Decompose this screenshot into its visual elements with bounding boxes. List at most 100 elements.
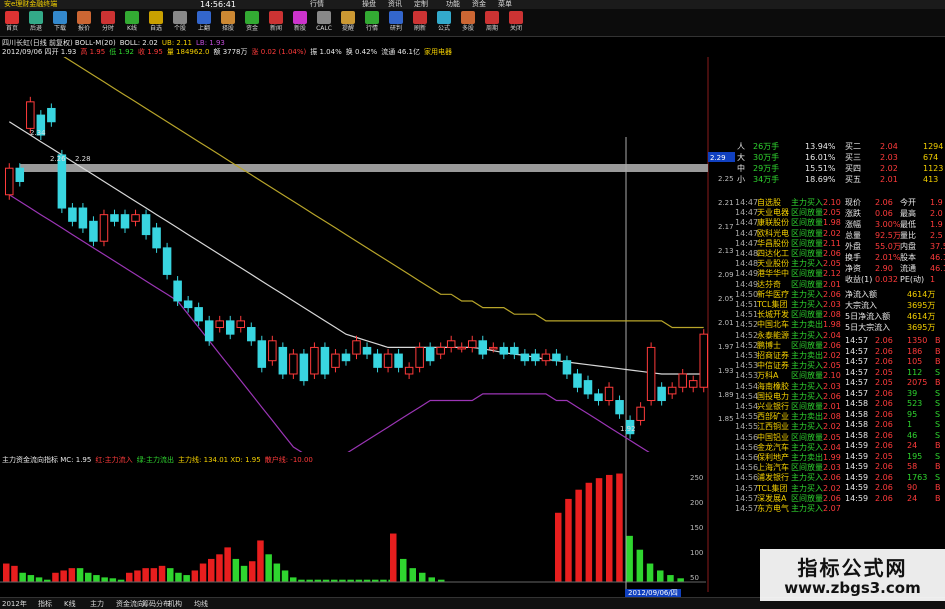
news-stock: 兴业银行 [757,402,789,411]
toolbar-button-14[interactable]: 提醒 [338,11,358,35]
news-time: 14:53 [735,371,759,381]
menu-custom[interactable]: 定制 [414,0,428,9]
money-flow-chart[interactable]: 250 200 150 100 50 [0,452,735,597]
volume-bar [150,568,158,582]
toolbar-button-15[interactable]: 行情 [362,11,382,35]
price-tick-label: 2.25 [718,175,734,183]
toolbar-button-0[interactable]: 首页 [2,11,22,35]
volume-bar [3,563,10,582]
volume-bar [232,558,240,582]
volume-bar [616,473,623,582]
stat-value: 2.06 [875,198,893,207]
menu-news[interactable]: 资讯 [388,0,402,9]
high-price-label: 2.34 [30,129,46,137]
toolbar-button-2[interactable]: 下载 [50,11,70,35]
toolbar-button-4[interactable]: 分时 [98,11,118,35]
tick-volume: 39 [907,388,918,398]
toolbar-button-3[interactable]: 报价 [74,11,94,35]
stat-label: 流通 [900,264,916,273]
toolbar-button-19[interactable]: 多股 [458,11,478,35]
menu-funds[interactable]: 资金 [472,0,486,9]
tick-volume: 24 [907,493,918,503]
bottom-tab[interactable]: 指标 [38,599,52,609]
tick-price: 2.06 [875,357,893,366]
flow-kind: 人 [737,142,745,151]
menu-quotes[interactable]: 行情 [310,0,324,9]
news-time: 14:47 [735,218,759,228]
news-stock: 中国铝业 [757,432,789,442]
toolbar-icon-15 [365,11,379,24]
news-price: 2.06 [823,340,841,350]
volume-bar [85,572,92,582]
toolbar-button-8[interactable]: 上翻 [194,11,214,35]
news-stock: 天业股份 [757,259,789,269]
news-event: 主力买入 [791,198,823,207]
tick-price: 2.05 [875,378,893,387]
price-label-a: 2.26 [50,155,66,163]
volume-bar [575,489,582,582]
flow-value: 3695万 [907,301,936,310]
menu-menu[interactable]: 菜单 [498,0,512,9]
stat-value: 0.032 [875,275,898,284]
bottom-tab[interactable]: 机构 [168,599,182,609]
stat-value: 2.5 [930,231,943,240]
candle [78,207,88,229]
bottom-tab[interactable]: 均线 [194,599,208,609]
news-time: 14:53 [735,351,759,360]
candle [457,346,466,350]
news-stock: 江西铜业 [757,422,789,432]
news-time: 14:50 [735,289,759,299]
news-stock: 深发展A [757,493,787,503]
bottom-tab[interactable]: K线 [64,599,76,609]
news-price: 2.12 [823,269,841,279]
toolbar-button-5[interactable]: K线 [122,11,142,35]
title-bar: 安e理财金融终端 14:56:41 行情 操盘 资讯 定制 功能 资金 菜单 [0,0,945,9]
tick-direction: S [935,451,941,461]
candlestick-chart[interactable]: 2.29 2.25 2.21 2.17 2.13 2.09 2.05 2.01 1.97 1.93… [0,57,735,452]
news-event: 区间放量 [791,279,823,289]
menu-trade[interactable]: 操盘 [362,0,376,9]
toolbar-label: 分时 [101,25,114,32]
news-stock: 永泰能源 [757,330,789,340]
toolbar-button-1[interactable]: 后退 [26,11,46,35]
news-stock: 浦发银行 [757,473,789,483]
toolbar-button-21[interactable]: 关闭 [506,11,526,35]
candle [141,214,151,236]
tick-price: 2.06 [875,430,893,440]
volume-bar [126,572,133,582]
price-tick-label: 1.85 [718,415,734,423]
year-label: 2012年 [2,600,27,608]
tick-direction: B [935,483,941,492]
toolbar-button-13[interactable]: CALC [314,11,334,35]
volume-bar [657,570,664,582]
toolbar-button-10[interactable]: 资金 [242,11,262,35]
tick-price: 2.06 [875,472,893,482]
news-time: 14:54 [735,391,759,401]
candle [636,406,645,421]
toolbar-button-18[interactable]: 公式 [434,11,454,35]
menu-function[interactable]: 功能 [446,0,460,9]
toolbar-button-11[interactable]: 新闻 [266,11,286,35]
toolbar-button-17[interactable]: 刷新 [410,11,430,35]
toolbar-button-20[interactable]: 周期 [482,11,502,35]
news-stock: 长城开发 [757,310,789,320]
bottom-tab[interactable]: 资金流向 [116,599,144,609]
volume-bar [555,512,562,582]
news-time: 14:57 [735,483,759,493]
volume-bar [667,575,674,582]
news-stock: 天业电器 [757,208,789,218]
stat-value: 1.9 [930,220,943,229]
toolbar-button-12[interactable]: 新股 [290,11,310,35]
bottom-tab[interactable]: 主力 [90,599,104,609]
candle [446,340,456,348]
toolbar-button-6[interactable]: 自选 [146,11,166,35]
toolbar-button-9[interactable]: 择股 [218,11,238,35]
candle [499,346,509,355]
flow-label: 5日大宗流入 [845,323,891,332]
toolbar-button-7[interactable]: 个股 [170,11,190,35]
toolbar-icon-5 [125,11,139,24]
news-price: 2.05 [823,208,841,218]
news-time: 14:47 [735,228,759,238]
bottom-tab[interactable]: 筹码分布 [142,599,170,609]
toolbar-button-16[interactable]: 研判 [386,11,406,35]
